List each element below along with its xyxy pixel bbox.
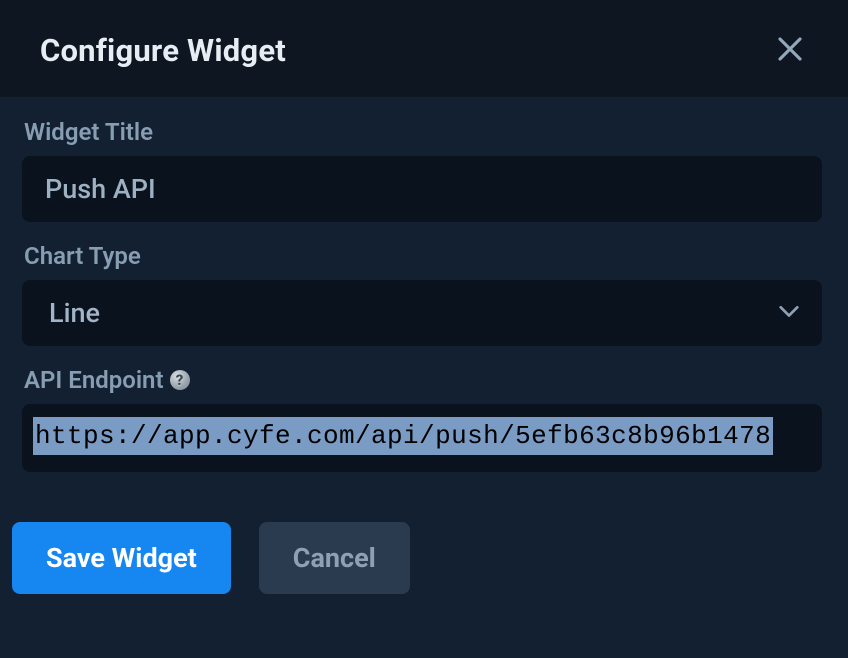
api-endpoint-value[interactable]: https://app.cyfe.com/api/push/5efb63c8b9… <box>33 417 773 455</box>
close-icon <box>775 34 805 68</box>
cancel-button[interactable]: Cancel <box>259 522 410 594</box>
widget-title-group: Widget Title <box>22 118 822 222</box>
chart-type-group: Chart Type Line <box>22 242 822 346</box>
help-icon[interactable]: ? <box>170 370 190 390</box>
chart-type-select-wrapper: Line <box>22 280 822 346</box>
api-endpoint-label-text: API Endpoint <box>24 366 164 394</box>
api-endpoint-field[interactable]: https://app.cyfe.com/api/push/5efb63c8b9… <box>22 404 822 472</box>
chart-type-label: Chart Type <box>22 242 822 270</box>
modal-header: Configure Widget <box>0 0 848 98</box>
api-endpoint-group: API Endpoint ? https://app.cyfe.com/api/… <box>22 366 822 472</box>
chart-type-select[interactable]: Line <box>22 280 822 346</box>
save-widget-button[interactable]: Save Widget <box>12 522 231 594</box>
api-endpoint-label: API Endpoint ? <box>22 366 822 394</box>
widget-title-input[interactable] <box>22 156 822 222</box>
widget-title-label: Widget Title <box>22 118 822 146</box>
configure-widget-modal: Configure Widget Widget Title Chart Type… <box>0 0 848 658</box>
modal-footer: Save Widget Cancel <box>0 512 848 634</box>
close-button[interactable] <box>772 33 808 69</box>
modal-body: Widget Title Chart Type Line API Endpoin… <box>0 98 848 512</box>
modal-title: Configure Widget <box>40 32 286 69</box>
